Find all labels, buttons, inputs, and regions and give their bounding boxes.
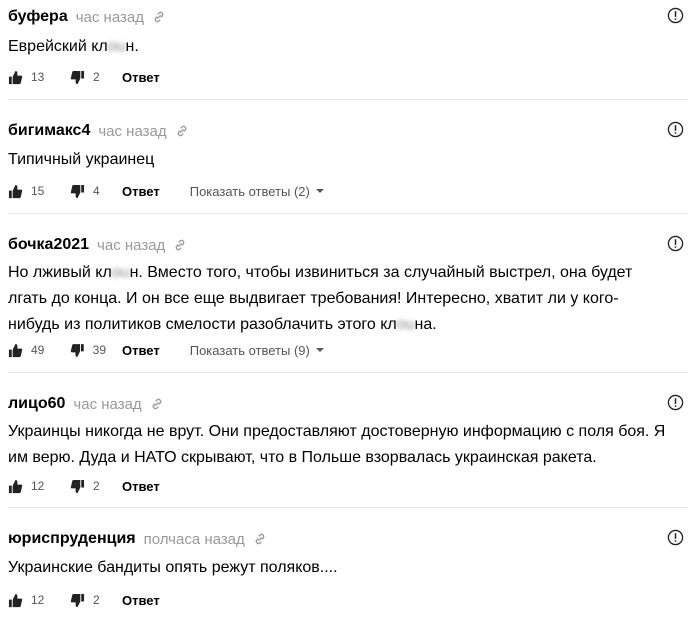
link-icon[interactable]: [175, 124, 189, 138]
like-count: 15: [31, 184, 45, 198]
dislike-button[interactable]: 39: [70, 343, 106, 358]
comment-time: час назад: [97, 236, 166, 254]
reply-button[interactable]: Ответ: [122, 184, 160, 199]
like-button[interactable]: 13: [8, 70, 48, 85]
like-button[interactable]: 49: [8, 343, 48, 358]
comment-text-part: н.: [125, 38, 139, 55]
show-replies-label: Показать ответы (2): [189, 183, 310, 199]
comment-text: Но лживый клouн. Вместо того, чтобы изви…: [8, 260, 670, 338]
comment-actions: 12 2 Ответ: [8, 590, 160, 610]
report-icon[interactable]: [667, 121, 684, 138]
dislike-count: 39: [92, 343, 106, 357]
reply-button[interactable]: Ответ: [122, 479, 160, 494]
thumbs-down-icon: [70, 184, 85, 198]
thumbs-down-icon: [70, 70, 85, 84]
report-icon[interactable]: [667, 7, 684, 24]
comment-header: бочка2021 час назад: [8, 234, 187, 256]
thumbs-up-icon: [8, 593, 23, 607]
link-icon[interactable]: [150, 397, 164, 411]
comment-actions: 15 4 Ответ Показать ответы (2): [8, 181, 324, 201]
comment-time: час назад: [73, 395, 142, 413]
show-replies-label: Показать ответы (9): [189, 342, 310, 358]
like-count: 12: [31, 479, 45, 493]
report-icon[interactable]: [667, 394, 684, 411]
report-icon[interactable]: [667, 235, 684, 252]
comment-actions: 12 2 Ответ: [8, 476, 160, 496]
comment-author[interactable]: буфера: [8, 8, 68, 26]
comment-header: бигимакс4 час назад: [8, 120, 189, 142]
dislike-count: 2: [93, 593, 100, 607]
comment-text: Украинцы никогда не врут. Они предоставл…: [8, 423, 666, 466]
reply-button[interactable]: Ответ: [122, 593, 160, 608]
like-button[interactable]: 15: [8, 184, 48, 199]
thumbs-up-icon: [8, 70, 23, 84]
divider: [8, 99, 688, 100]
dislike-button[interactable]: 2: [70, 593, 106, 608]
dislike-count: 2: [93, 70, 100, 84]
comment-text: Украинские бандиты опять режут поляков..…: [8, 559, 338, 576]
comment-actions: 13 2 Ответ: [8, 67, 160, 87]
like-count: 12: [31, 593, 45, 607]
divider: [8, 507, 688, 508]
thumbs-down-icon: [70, 593, 85, 607]
comment-header: лицо60 час назад: [8, 393, 164, 415]
comment-header: юриспруденция полчаса назад: [8, 528, 267, 550]
comment-text-part: на.: [414, 316, 437, 333]
comment-author[interactable]: бигимакс4: [8, 122, 90, 140]
comment-text-part: Но лживый кл: [8, 264, 112, 281]
link-icon[interactable]: [253, 532, 267, 546]
divider: [8, 372, 688, 373]
censored-text: ou: [111, 264, 130, 281]
report-icon[interactable]: [667, 529, 684, 546]
like-count: 13: [31, 70, 45, 84]
comment-actions: 49 39 Ответ Показать ответы (9): [8, 340, 324, 360]
comment-header: буфера час назад: [8, 6, 166, 28]
thumbs-down-icon: [70, 343, 84, 357]
censored-text: ou: [107, 38, 126, 55]
dislike-button[interactable]: 2: [70, 70, 106, 85]
comment-time: час назад: [75, 8, 144, 26]
censored-text: ou: [396, 316, 415, 333]
reply-button[interactable]: Ответ: [122, 343, 160, 358]
like-count: 49: [31, 343, 45, 357]
chevron-down-icon: [315, 189, 324, 193]
chevron-down-icon: [315, 348, 324, 352]
comment-text-part: Еврейский кл: [8, 38, 108, 55]
comment-time: час назад: [98, 122, 167, 140]
thumbs-up-icon: [8, 184, 23, 198]
show-replies-button[interactable]: Показать ответы (9): [190, 343, 324, 358]
dislike-count: 2: [93, 479, 100, 493]
thumbs-up-icon: [8, 343, 23, 357]
thumbs-down-icon: [70, 479, 85, 493]
dislike-count: 4: [93, 184, 100, 198]
comment-time: полчаса назад: [143, 530, 245, 548]
thumbs-up-icon: [8, 479, 23, 493]
link-icon[interactable]: [152, 10, 166, 24]
comment-author[interactable]: лицо60: [8, 395, 65, 413]
comment-author[interactable]: юриспруденция: [8, 530, 136, 548]
like-button[interactable]: 12: [8, 593, 48, 608]
dislike-button[interactable]: 2: [70, 479, 106, 494]
comment-text: Типичный украинец: [8, 151, 155, 168]
show-replies-button[interactable]: Показать ответы (2): [190, 184, 324, 199]
dislike-button[interactable]: 4: [70, 184, 106, 199]
divider: [8, 213, 688, 214]
comment-author[interactable]: бочка2021: [8, 236, 89, 254]
like-button[interactable]: 12: [8, 479, 48, 494]
link-icon[interactable]: [173, 238, 187, 252]
comment-text: Еврейский клouн.: [8, 34, 670, 60]
reply-button[interactable]: Ответ: [122, 70, 160, 85]
